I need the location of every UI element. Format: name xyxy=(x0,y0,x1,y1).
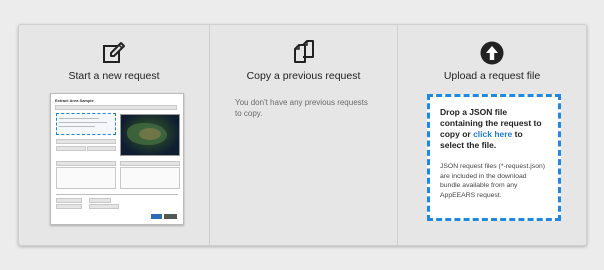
json-file-drop-zone[interactable]: Drop a JSON file containing the request … xyxy=(427,94,561,221)
copy-icon xyxy=(291,40,317,66)
upload-request-file-option: Upload a request file Drop a JSON file c… xyxy=(397,25,586,245)
copy-previous-request-option[interactable]: Copy a previous request You don't have a… xyxy=(209,25,397,245)
start-new-request-option[interactable]: Start a new request Extract Area Sample xyxy=(19,25,209,245)
new-request-form-preview: Extract Area Sample xyxy=(50,93,184,225)
preview-map xyxy=(120,114,180,156)
edit-icon xyxy=(101,40,127,66)
json-file-note: JSON request files (*-request.json) are … xyxy=(440,163,546,199)
click-here-link[interactable]: click here xyxy=(473,129,512,139)
request-options-panel: Start a new request Extract Area Sample xyxy=(18,24,587,246)
preview-title: Extract Area Sample xyxy=(55,98,94,103)
upload-circle-icon xyxy=(479,40,505,66)
drop-zone-instructions: Drop a JSON file containing the request … xyxy=(440,107,542,150)
copy-previous-request-title: Copy a previous request xyxy=(246,70,361,82)
start-new-request-title: Start a new request xyxy=(68,70,160,82)
upload-request-file-title: Upload a request file xyxy=(443,70,541,82)
no-previous-requests-message: You don't have any previous requests to … xyxy=(235,98,368,118)
